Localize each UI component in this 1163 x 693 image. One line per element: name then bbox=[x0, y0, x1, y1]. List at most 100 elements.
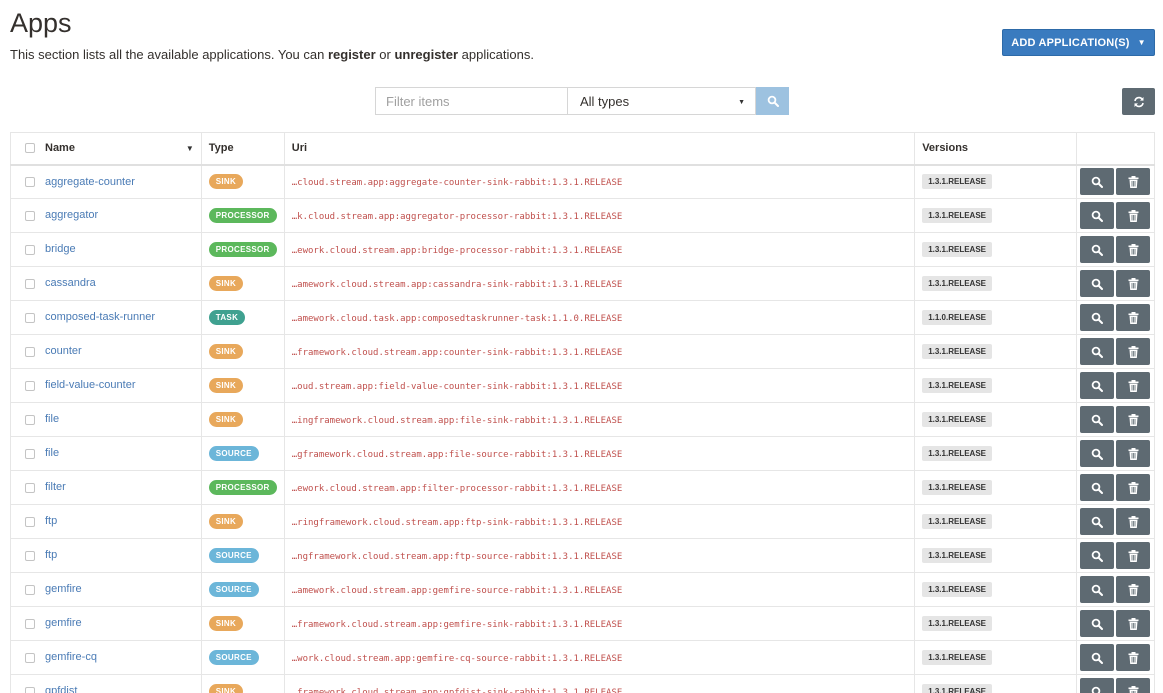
details-button[interactable] bbox=[1080, 270, 1115, 297]
sort-icon[interactable]: ▼ bbox=[186, 144, 194, 153]
app-uri: …ework.cloud.stream.app:bridge-processor… bbox=[291, 245, 623, 256]
header-name[interactable]: Name ▼ bbox=[10, 132, 202, 166]
row-checkbox[interactable] bbox=[25, 652, 35, 663]
cell-actions bbox=[1076, 640, 1155, 675]
trash-icon bbox=[1128, 413, 1139, 426]
row-checkbox[interactable] bbox=[25, 414, 35, 425]
row-checkbox[interactable] bbox=[25, 448, 35, 459]
cell-version: 1.3.1.RELEASE bbox=[914, 606, 1078, 641]
cell-uri: …framework.cloud.stream.app:gpfdist-sink… bbox=[283, 674, 916, 693]
delete-button[interactable] bbox=[1116, 508, 1151, 535]
row-checkbox[interactable] bbox=[25, 686, 35, 693]
app-name-link[interactable]: ftp bbox=[45, 516, 57, 528]
delete-button[interactable] bbox=[1116, 236, 1151, 263]
type-badge: SOURCE bbox=[208, 548, 259, 563]
row-checkbox[interactable] bbox=[25, 176, 35, 187]
row-checkbox[interactable] bbox=[25, 584, 35, 595]
delete-button[interactable] bbox=[1116, 678, 1151, 693]
search-icon bbox=[1091, 346, 1104, 358]
add-application-button[interactable]: ADD APPLICATION(S) ▼ bbox=[1002, 29, 1155, 56]
table-row: composed-task-runner TASK …amework.cloud.t… bbox=[10, 300, 1155, 335]
type-select[interactable]: All types ▼ bbox=[567, 87, 756, 115]
delete-button[interactable] bbox=[1116, 542, 1151, 569]
details-button[interactable] bbox=[1080, 542, 1115, 569]
app-name-link[interactable]: counter bbox=[45, 346, 82, 358]
details-button[interactable] bbox=[1080, 202, 1115, 229]
type-badge: SOURCE bbox=[208, 582, 259, 597]
app-name-link[interactable]: filter bbox=[45, 482, 66, 494]
delete-button[interactable] bbox=[1116, 440, 1151, 467]
search-button[interactable] bbox=[756, 87, 789, 115]
cell-actions bbox=[1076, 164, 1155, 199]
details-button[interactable] bbox=[1080, 338, 1115, 365]
delete-button[interactable] bbox=[1116, 202, 1151, 229]
filter-input[interactable] bbox=[375, 87, 568, 115]
delete-button[interactable] bbox=[1116, 610, 1151, 637]
details-button[interactable] bbox=[1080, 508, 1115, 535]
version-badge: 1.3.1.RELEASE bbox=[922, 616, 992, 631]
delete-button[interactable] bbox=[1116, 406, 1151, 433]
cell-type: SINK bbox=[200, 674, 285, 693]
app-name-link[interactable]: ftp bbox=[45, 550, 57, 562]
refresh-button[interactable] bbox=[1122, 88, 1155, 115]
details-button[interactable] bbox=[1080, 610, 1115, 637]
details-button[interactable] bbox=[1080, 644, 1115, 671]
row-checkbox[interactable] bbox=[25, 312, 35, 323]
row-checkbox[interactable] bbox=[25, 380, 35, 391]
row-checkbox[interactable] bbox=[25, 278, 35, 289]
app-name-link[interactable]: aggregate-counter bbox=[45, 176, 135, 188]
row-checkbox[interactable] bbox=[25, 346, 35, 357]
row-checkbox[interactable] bbox=[25, 210, 35, 221]
delete-button[interactable] bbox=[1116, 372, 1151, 399]
app-name-link[interactable]: gemfire bbox=[45, 584, 82, 596]
row-checkbox[interactable] bbox=[25, 244, 35, 255]
row-checkbox[interactable] bbox=[25, 482, 35, 493]
row-checkbox[interactable] bbox=[25, 516, 35, 527]
cell-actions bbox=[1076, 198, 1155, 233]
version-badge: 1.3.1.RELEASE bbox=[922, 174, 992, 190]
app-name-link[interactable]: file bbox=[45, 448, 59, 460]
desc-register: register bbox=[327, 47, 376, 62]
details-button[interactable] bbox=[1080, 236, 1115, 263]
app-name-link[interactable]: composed-task-runner bbox=[45, 312, 155, 324]
app-uri: …cloud.stream.app:aggregate-counter-sink… bbox=[291, 177, 623, 188]
delete-button[interactable] bbox=[1116, 474, 1151, 501]
app-name-link[interactable]: bridge bbox=[45, 244, 76, 256]
cell-uri: …cloud.stream.app:aggregate-counter-sink… bbox=[283, 164, 916, 199]
details-button[interactable] bbox=[1080, 304, 1115, 331]
cell-type: SOURCE bbox=[200, 640, 285, 675]
app-name-link[interactable]: gpfdist bbox=[45, 686, 77, 693]
delete-button[interactable] bbox=[1116, 644, 1151, 671]
table-row: ftp SINK …ringframework.cloud.stream.app:f… bbox=[10, 504, 1155, 539]
select-all-checkbox[interactable] bbox=[25, 143, 35, 154]
cell-name: cassandra bbox=[10, 266, 202, 301]
delete-button[interactable] bbox=[1116, 304, 1151, 331]
search-icon bbox=[1091, 312, 1104, 324]
cell-uri: …amework.cloud.stream.app:gemfire-source… bbox=[283, 572, 916, 607]
app-name-link[interactable]: file bbox=[45, 414, 59, 426]
details-button[interactable] bbox=[1080, 406, 1115, 433]
details-button[interactable] bbox=[1080, 474, 1115, 501]
app-name-link[interactable]: cassandra bbox=[45, 278, 96, 290]
search-icon bbox=[1091, 618, 1104, 630]
details-button[interactable] bbox=[1080, 576, 1115, 603]
app-name-link[interactable]: gemfire-cq bbox=[45, 652, 97, 664]
row-checkbox[interactable] bbox=[25, 618, 35, 629]
search-icon bbox=[1091, 652, 1104, 664]
version-badge: 1.3.1.RELEASE bbox=[922, 208, 992, 223]
delete-button[interactable] bbox=[1116, 338, 1151, 365]
row-checkbox[interactable] bbox=[25, 550, 35, 561]
details-button[interactable] bbox=[1080, 168, 1115, 196]
details-button[interactable] bbox=[1080, 678, 1115, 693]
app-name-link[interactable]: gemfire bbox=[45, 618, 82, 630]
cell-version: 1.3.1.RELEASE bbox=[914, 368, 1078, 403]
delete-button[interactable] bbox=[1116, 270, 1151, 297]
details-button[interactable] bbox=[1080, 372, 1115, 399]
delete-button[interactable] bbox=[1116, 576, 1151, 603]
delete-button[interactable] bbox=[1116, 168, 1151, 196]
app-name-link[interactable]: aggregator bbox=[45, 210, 98, 222]
app-name-link[interactable]: field-value-counter bbox=[45, 380, 136, 392]
table-row: field-value-counter SINK …oud.stream.app:f… bbox=[10, 368, 1155, 403]
table-row: aggregate-counter SINK …cloud.stream.app:a… bbox=[10, 164, 1155, 199]
details-button[interactable] bbox=[1080, 440, 1115, 467]
